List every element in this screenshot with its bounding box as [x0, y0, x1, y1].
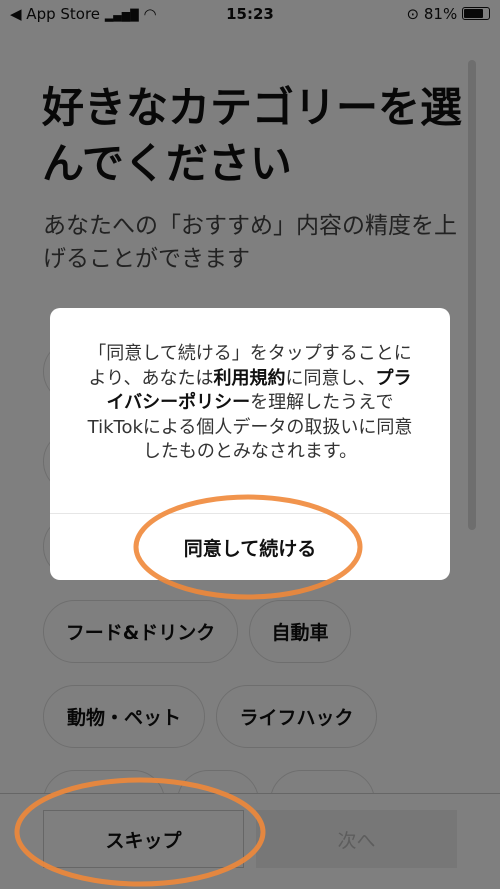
agree-continue-button[interactable]: 同意して続ける	[50, 514, 450, 580]
consent-message: 「同意して続ける」をタップすることにより、あなたは利用規約に同意し、プライバシー…	[87, 343, 413, 462]
consent-dialog: 「同意して続ける」をタップすることにより、あなたは利用規約に同意し、プライバシー…	[50, 308, 450, 580]
terms-link[interactable]: 利用規約	[213, 368, 285, 389]
